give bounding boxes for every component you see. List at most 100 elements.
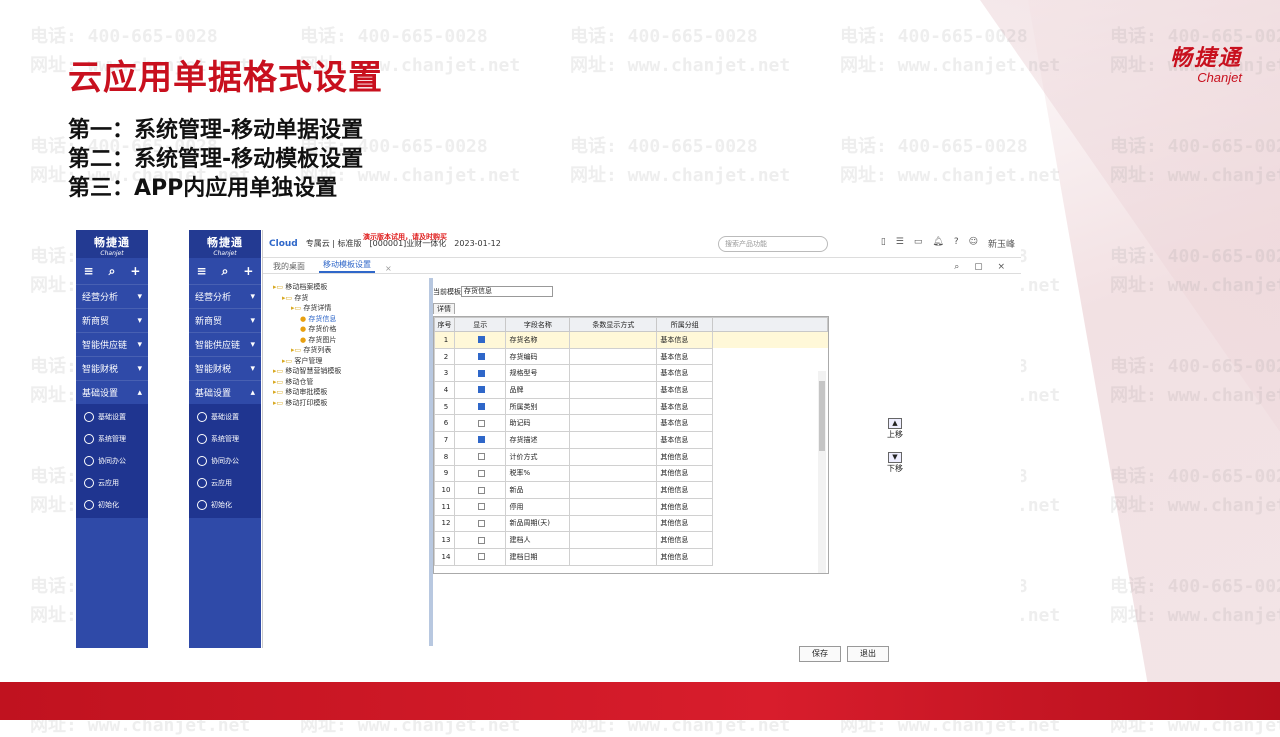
table-row[interactable]: 7 存货描述 基本信息 bbox=[434, 431, 828, 449]
show-checkbox[interactable] bbox=[478, 353, 486, 361]
nav-item-tax[interactable]: 智能财税 ▾ bbox=[76, 356, 148, 380]
tab-detail[interactable]: 详情 bbox=[433, 303, 455, 314]
window-controls[interactable]: ⌕ ▢ × bbox=[954, 262, 1011, 272]
tree-node[interactable]: ▸▭ 移动打印模板 bbox=[273, 398, 423, 409]
display-mode-cell[interactable] bbox=[569, 464, 658, 483]
table-row[interactable]: 8 计价方式 其他信息 bbox=[434, 447, 828, 466]
show-checkbox[interactable] bbox=[478, 369, 486, 377]
tasks-icon[interactable]: ☰ bbox=[896, 237, 904, 250]
tree-node[interactable]: ▸▭ 移动仓管 bbox=[273, 377, 423, 388]
show-checkbox[interactable] bbox=[478, 386, 486, 394]
nav-item-supply[interactable]: 智能供应链 ▾ bbox=[76, 332, 148, 356]
submenu-system[interactable]: 系统管理 bbox=[76, 428, 148, 450]
submenu-init[interactable]: 初始化 bbox=[189, 494, 261, 516]
column-header[interactable]: 序号 bbox=[434, 317, 455, 332]
column-header[interactable]: 条数显示方式 bbox=[569, 317, 658, 332]
nav-item-basic[interactable]: 基础设置 ▴ bbox=[76, 380, 148, 404]
display-icon[interactable]: ▭ bbox=[914, 237, 923, 250]
grid-scrollbar[interactable] bbox=[818, 371, 826, 573]
search-icon[interactable]: ⌕ bbox=[222, 264, 229, 279]
display-mode-cell[interactable] bbox=[569, 497, 658, 516]
tree-node[interactable]: ▸▭ 移动档案模板 bbox=[273, 282, 423, 293]
show-checkbox[interactable] bbox=[478, 453, 486, 461]
search-input[interactable]: 搜索产品功能 bbox=[718, 236, 828, 252]
display-mode-cell[interactable] bbox=[569, 431, 658, 449]
tab-mobile-template[interactable]: 移动模板设置 bbox=[319, 258, 375, 273]
display-mode-cell[interactable] bbox=[569, 447, 658, 466]
mobile-icon[interactable]: ▯ bbox=[881, 237, 886, 250]
show-checkbox[interactable] bbox=[478, 503, 486, 511]
table-row[interactable]: 12 新品周期(天) 其他信息 bbox=[434, 514, 828, 533]
add-icon[interactable]: + bbox=[243, 264, 253, 278]
tree-node[interactable]: ▸▭ 存货 bbox=[273, 293, 423, 304]
display-mode-cell[interactable] bbox=[569, 364, 658, 383]
table-row[interactable]: 14 建档日期 其他信息 bbox=[434, 547, 828, 566]
menu-icon[interactable]: ≡ bbox=[197, 264, 207, 278]
table-row[interactable]: 10 新品 其他信息 bbox=[434, 481, 828, 499]
show-checkbox[interactable] bbox=[478, 336, 486, 344]
submenu-system[interactable]: 系统管理 bbox=[189, 428, 261, 450]
tree-node[interactable]: ● 存货信息 bbox=[273, 314, 423, 325]
tree-node[interactable]: ● 存货价格 bbox=[273, 324, 423, 335]
submenu-basic-settings[interactable]: 基础设置 bbox=[76, 406, 148, 428]
tree-node[interactable]: ● 存货图片 bbox=[273, 335, 423, 346]
table-row[interactable]: 6 助记码 基本信息 bbox=[434, 414, 828, 433]
tree-node[interactable]: ▸▭ 移动审批模板 bbox=[273, 387, 423, 398]
tree-node[interactable]: ▸▭ 存货列表 bbox=[273, 345, 423, 356]
current-template-field[interactable]: 存货信息 bbox=[461, 286, 553, 297]
submenu-office[interactable]: 协同办公 bbox=[189, 450, 261, 472]
exit-button[interactable]: 退出 bbox=[847, 646, 889, 662]
show-checkbox[interactable] bbox=[478, 403, 486, 411]
move-down-control[interactable]: ▼ 下移 bbox=[885, 452, 905, 474]
tab-desktop[interactable]: 我的桌面 bbox=[269, 260, 309, 273]
display-mode-cell[interactable] bbox=[569, 381, 658, 399]
nav-item-basic[interactable]: 基础设置 ▴ bbox=[189, 380, 261, 404]
user-name[interactable]: 新玉峰 bbox=[988, 237, 1015, 250]
table-row[interactable]: 13 建档人 其他信息 bbox=[434, 531, 828, 549]
table-row[interactable]: 11 停用 其他信息 bbox=[434, 497, 828, 516]
table-row[interactable]: 9 税率% 其他信息 bbox=[434, 464, 828, 483]
display-mode-cell[interactable] bbox=[569, 481, 658, 499]
display-mode-cell[interactable] bbox=[569, 331, 658, 349]
display-mode-cell[interactable] bbox=[569, 414, 658, 433]
show-checkbox[interactable] bbox=[478, 519, 486, 527]
nav-item-tax[interactable]: 智能财税 ▾ bbox=[189, 356, 261, 380]
nav-item-trade[interactable]: 新商贸 ▾ bbox=[76, 308, 148, 332]
close-icon[interactable]: × bbox=[385, 264, 392, 273]
show-checkbox[interactable] bbox=[478, 436, 486, 444]
show-checkbox[interactable] bbox=[478, 486, 486, 494]
bell-icon[interactable]: 🔔︎ bbox=[932, 237, 943, 250]
show-checkbox[interactable] bbox=[478, 419, 486, 427]
show-checkbox[interactable] bbox=[478, 469, 486, 477]
table-row[interactable]: 4 品牌 基本信息 bbox=[434, 381, 828, 399]
tree-node[interactable]: ▸▭ 移动智慧营销模板 bbox=[273, 366, 423, 377]
table-row[interactable]: 5 所属类别 基本信息 bbox=[434, 397, 828, 416]
move-up-control[interactable]: ▲ 上移 bbox=[885, 418, 905, 440]
column-header[interactable]: 字段名称 bbox=[505, 317, 571, 332]
add-icon[interactable]: + bbox=[130, 264, 140, 278]
column-header[interactable]: 显示 bbox=[453, 317, 507, 332]
column-header[interactable]: 所属分组 bbox=[656, 317, 714, 332]
scroll-thumb[interactable] bbox=[819, 381, 825, 451]
tree-node[interactable]: ▸▭ 客户管理 bbox=[273, 356, 423, 367]
table-row[interactable]: 2 存货编码 基本信息 bbox=[434, 347, 828, 366]
display-mode-cell[interactable] bbox=[569, 547, 658, 566]
submenu-cloud[interactable]: 云应用 bbox=[189, 472, 261, 494]
help-icon[interactable]: ? bbox=[954, 237, 959, 250]
submenu-cloud[interactable]: 云应用 bbox=[76, 472, 148, 494]
submenu-init[interactable]: 初始化 bbox=[76, 494, 148, 516]
submenu-basic-settings[interactable]: 基础设置 bbox=[189, 406, 261, 428]
move-up-icon[interactable]: ▲ bbox=[888, 418, 902, 429]
submenu-office[interactable]: 协同办公 bbox=[76, 450, 148, 472]
nav-item-trade[interactable]: 新商贸 ▾ bbox=[189, 308, 261, 332]
table-row[interactable]: 1 存货名称 基本信息 bbox=[434, 331, 828, 349]
display-mode-cell[interactable] bbox=[569, 514, 658, 533]
save-button[interactable]: 保存 bbox=[799, 646, 841, 662]
nav-item-supply[interactable]: 智能供应链 ▾ bbox=[189, 332, 261, 356]
display-mode-cell[interactable] bbox=[569, 531, 658, 549]
tree-node[interactable]: ▸▭ 存货详情 bbox=[273, 303, 423, 314]
trial-notice[interactable]: 演示版本试用，请及时购买 bbox=[363, 232, 447, 242]
menu-icon[interactable]: ≡ bbox=[84, 264, 94, 278]
show-checkbox[interactable] bbox=[478, 536, 486, 544]
table-row[interactable]: 3 规格型号 基本信息 bbox=[434, 364, 828, 383]
